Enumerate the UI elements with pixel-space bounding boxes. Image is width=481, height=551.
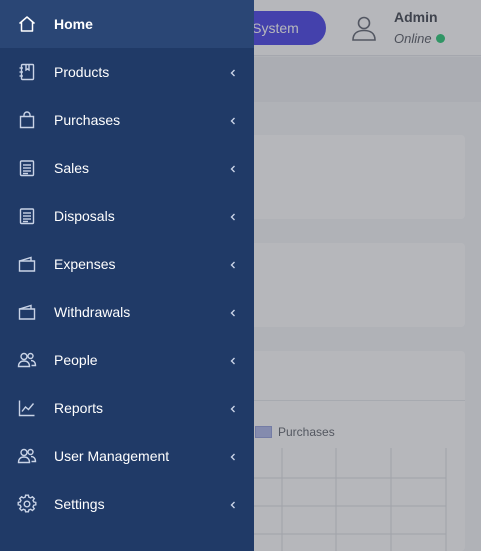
sidebar-item-label: Home (54, 16, 93, 32)
sidebar-item-label: User Management (54, 448, 170, 464)
sidebar-item-label: Disposals (54, 208, 115, 224)
sidebar-item-label: Products (54, 64, 110, 80)
chart-line-icon (16, 397, 38, 419)
sidebar: Home Products Purchases Sales Disposals (0, 0, 254, 551)
chevron-left-icon (229, 402, 237, 414)
chevron-left-icon (229, 114, 237, 126)
sidebar-item-label: Purchases (54, 112, 121, 128)
sidebar-item-sales[interactable]: Sales (0, 144, 254, 192)
wallet-icon (16, 301, 38, 323)
home-icon (16, 13, 38, 35)
sidebar-item-user-management[interactable]: User Management (0, 432, 254, 480)
sidebar-item-label: Withdrawals (54, 304, 131, 320)
sidebar-item-disposals[interactable]: Disposals (0, 192, 254, 240)
users-icon (16, 349, 38, 371)
sidebar-item-label: Settings (54, 496, 105, 512)
users-icon (16, 445, 38, 467)
wallet-icon (16, 253, 38, 275)
chevron-left-icon (229, 66, 237, 78)
sidebar-item-label: People (54, 352, 98, 368)
chevron-left-icon (229, 210, 237, 222)
sidebar-item-label: Expenses (54, 256, 116, 272)
chevron-left-icon (229, 450, 237, 462)
notebook-icon (16, 61, 38, 83)
chevron-left-icon (229, 162, 237, 174)
chevron-left-icon (229, 354, 237, 366)
chevron-left-icon (229, 498, 237, 510)
sidebar-item-products[interactable]: Products (0, 48, 254, 96)
sidebar-item-people[interactable]: People (0, 336, 254, 384)
receipt-icon (16, 205, 38, 227)
sidebar-item-purchases[interactable]: Purchases (0, 96, 254, 144)
chevron-left-icon (229, 306, 237, 318)
gear-icon (16, 493, 38, 515)
sidebar-item-settings[interactable]: Settings (0, 480, 254, 528)
sidebar-item-home[interactable]: Home (0, 0, 254, 48)
chevron-left-icon (229, 258, 237, 270)
sidebar-item-label: Sales (54, 160, 90, 176)
sidebar-item-withdrawals[interactable]: Withdrawals (0, 288, 254, 336)
sidebar-item-reports[interactable]: Reports (0, 384, 254, 432)
sidebar-item-label: Reports (54, 400, 104, 416)
shopping-bag-icon (16, 109, 38, 131)
sidebar-item-expenses[interactable]: Expenses (0, 240, 254, 288)
receipt-icon (16, 157, 38, 179)
